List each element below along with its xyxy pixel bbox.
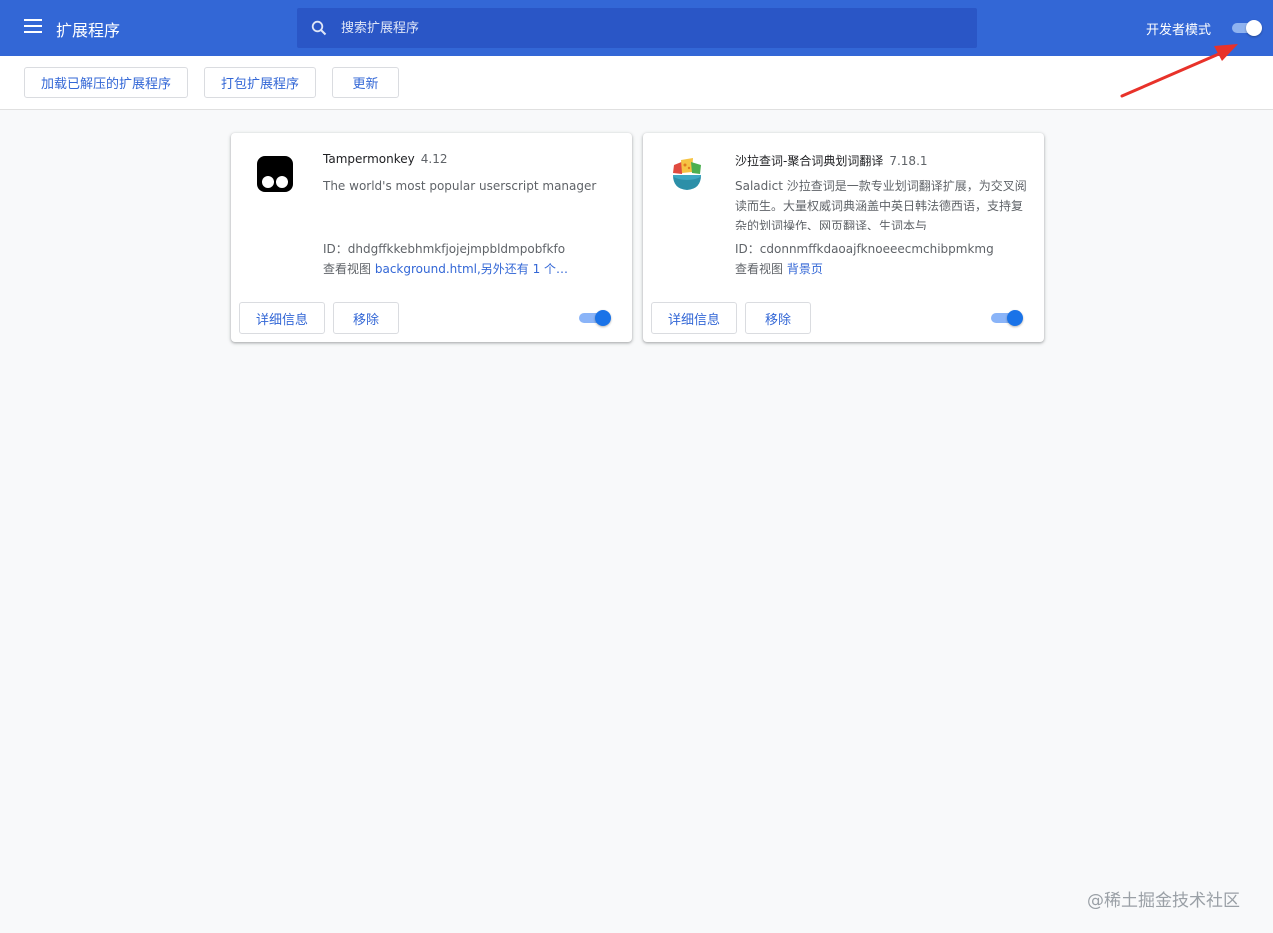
top-app-bar: 扩展程序 开发者模式 (0, 0, 1273, 56)
extension-id: ID：dhdgffkkebhmkfjojejmpbldmpobfkfo (323, 242, 566, 256)
inspect-views-label: 查看视图 (323, 262, 372, 276)
remove-button[interactable]: 移除 (745, 302, 811, 334)
menu-icon[interactable] (24, 19, 42, 33)
extension-name-row: 沙拉查词-聚合词典划词翻译 7.18.1 (735, 152, 928, 169)
extension-version: 4.12 (420, 152, 448, 166)
details-button[interactable]: 详细信息 (239, 302, 325, 334)
extension-description: The world's most popular userscript mana… (323, 179, 597, 193)
search-input[interactable] (341, 8, 961, 48)
search-icon (311, 20, 327, 36)
details-button[interactable]: 详细信息 (651, 302, 737, 334)
remove-button[interactable]: 移除 (333, 302, 399, 334)
load-unpacked-button[interactable]: 加载已解压的扩展程序 (24, 67, 188, 98)
inspect-views-row: 查看视图 background.html,另外还有 1 个… (323, 260, 568, 277)
extension-id: ID：cdonnmffkdaoajfknoeeecmchibpmkmg (735, 242, 994, 256)
extension-card-tampermonkey: Tampermonkey 4.12 The world's most popula… (231, 133, 632, 342)
update-button[interactable]: 更新 (332, 67, 399, 98)
extension-card-saladict: 沙拉查词-聚合词典划词翻译 7.18.1 Saladict 沙拉查词是一款专业划词… (643, 133, 1044, 342)
inspect-views-label: 查看视图 (735, 262, 784, 276)
inspect-views-row: 查看视图 背景页 (735, 260, 823, 277)
saladict-icon (673, 158, 701, 190)
red-arrow-annotation (1120, 44, 1238, 98)
tampermonkey-icon (257, 156, 293, 192)
pack-extension-button[interactable]: 打包扩展程序 (204, 67, 316, 98)
extension-version: 7.18.1 (889, 154, 928, 168)
extension-name: 沙拉查词-聚合词典划词翻译 (735, 154, 884, 168)
inspect-views-link[interactable]: 背景页 (787, 262, 823, 276)
extension-name: Tampermonkey (323, 152, 415, 166)
extension-name-row: Tampermonkey 4.12 (323, 152, 447, 166)
extension-description: Saladict 沙拉查词是一款专业划词翻译扩展，为交叉阅读而生。大量权威词典涵… (735, 179, 1027, 230)
extension-enable-toggle[interactable] (579, 309, 613, 327)
page-title: 扩展程序 (56, 21, 121, 40)
search-box[interactable] (297, 8, 977, 48)
inspect-views-link[interactable]: background.html,另外还有 1 个… (375, 262, 568, 276)
developer-toolbar: 加载已解压的扩展程序 打包扩展程序 更新 (0, 56, 1273, 110)
extension-enable-toggle[interactable] (991, 309, 1025, 327)
watermark: @稀土掘金技术社区 (1087, 891, 1240, 911)
